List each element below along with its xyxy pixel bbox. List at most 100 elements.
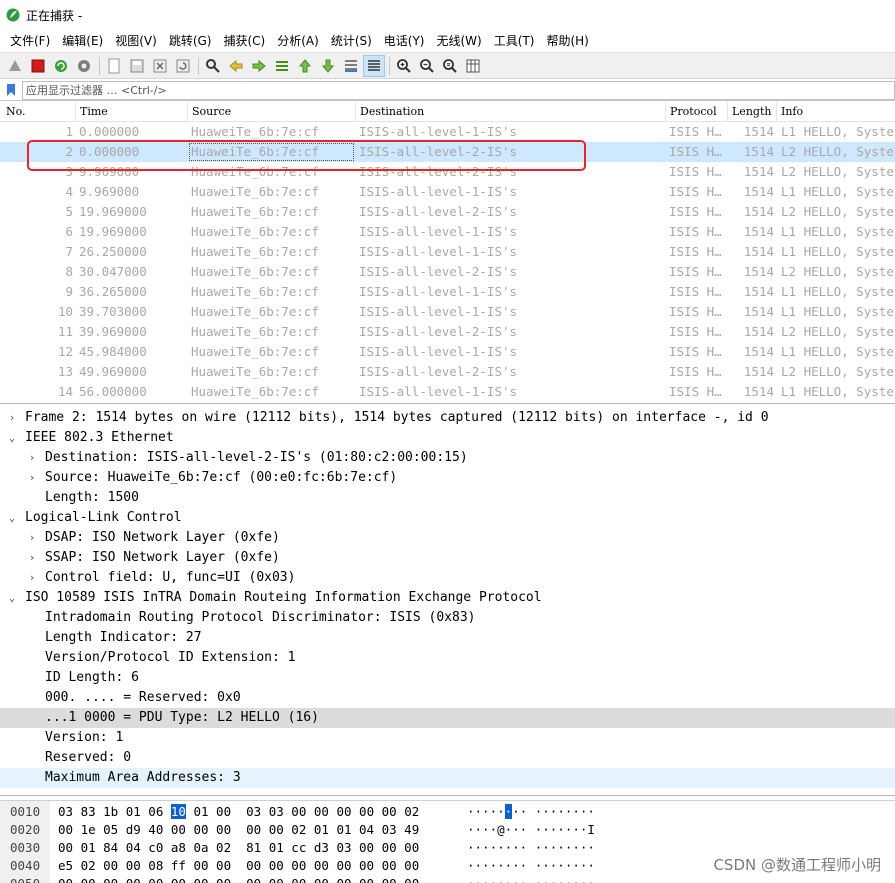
hex-ascii[interactable]: ····@··· ·······I	[467, 821, 595, 839]
chevron-right-icon[interactable]: ›	[25, 568, 39, 588]
column-header-info[interactable]: Info	[781, 105, 803, 118]
menu-item[interactable]: 跳转(G)	[163, 30, 218, 52]
restart-capture-icon[interactable]	[50, 55, 72, 77]
column-header-time[interactable]: Time	[80, 105, 108, 118]
hex-ascii[interactable]: ········ ········	[467, 803, 595, 821]
detail-tree-item[interactable]: ⌄ ISO 10589 ISIS InTRA Domain Routeing In…	[0, 588, 895, 608]
reload-icon[interactable]	[172, 55, 194, 77]
hex-ascii[interactable]: ········ ········	[467, 857, 595, 875]
zoom-out-icon[interactable]	[416, 55, 438, 77]
go-back-icon[interactable]	[225, 55, 247, 77]
packet-row[interactable]: 9 36.265000 HuaweiTe_6b:7e:cf ISIS-all-leve…	[0, 282, 895, 302]
shark-fin-start-icon[interactable]	[4, 55, 26, 77]
packet-row[interactable]: 7 26.250000 HuaweiTe_6b:7e:cf ISIS-all-leve…	[0, 242, 895, 262]
packet-destination: ISIS-all-level-1-IS's	[359, 344, 518, 359]
menu-item[interactable]: 帮助(H)	[540, 30, 594, 52]
chevron-right-icon[interactable]: ›	[25, 468, 39, 488]
packet-row[interactable]: 6 19.969000 HuaweiTe_6b:7e:cf ISIS-all-leve…	[0, 222, 895, 242]
hex-bytes[interactable]: 03 83 1b 01 06 10 01 00 03 03 00 00 00 0…	[58, 803, 419, 821]
detail-tree-item[interactable]: ⌄ IEEE 802.3 Ethernet	[0, 428, 895, 448]
packet-row[interactable]: 5 19.969000 HuaweiTe_6b:7e:cf ISIS-all-leve…	[0, 202, 895, 222]
hex-selected-byte[interactable]: 10	[170, 804, 186, 819]
detail-tree-item[interactable]: › DSAP: ISO Network Layer (0xfe)	[0, 528, 895, 548]
menu-item[interactable]: 视图(V)	[109, 30, 163, 52]
menu-item[interactable]: 工具(T)	[488, 30, 541, 52]
detail-tree-item[interactable]: › Destination: ISIS-all-level-2-IS's (01:…	[0, 448, 895, 468]
hex-bytes[interactable]: e5 02 00 00 08 ff 00 00 00 00 00 00 00 0…	[58, 857, 419, 875]
detail-tree-item[interactable]: Length Indicator: 27	[0, 628, 895, 648]
detail-tree-item[interactable]: › Control field: U, func=UI (0x03)	[0, 568, 895, 588]
chevron-right-icon[interactable]: ›	[5, 408, 19, 428]
watermark: CSDN @数通工程师小明	[713, 856, 881, 874]
menu-item[interactable]: 分析(A)	[271, 30, 325, 52]
open-file-icon[interactable]	[103, 55, 125, 77]
close-file-icon[interactable]	[149, 55, 171, 77]
menu-item[interactable]: 无线(W)	[431, 30, 488, 52]
detail-tree-item[interactable]: Reserved: 0	[0, 748, 895, 768]
hex-ascii[interactable]: ········ ········	[467, 839, 595, 857]
packet-row[interactable]: 12 45.984000 HuaweiTe_6b:7e:cf ISIS-all-lev…	[0, 342, 895, 362]
detail-tree-item[interactable]: › SSAP: ISO Network Layer (0xfe)	[0, 548, 895, 568]
chevron-right-icon[interactable]: ›	[25, 548, 39, 568]
detail-tree-item[interactable]: › Source: HuaweiTe_6b:7e:cf (00:e0:fc:6b:…	[0, 468, 895, 488]
bookmark-icon[interactable]	[4, 82, 18, 98]
column-header-protocol[interactable]: Protocol	[670, 105, 717, 118]
column-header-source[interactable]: Source	[192, 105, 231, 118]
detail-tree-item[interactable]: Version: 1	[0, 728, 895, 748]
chevron-right-icon[interactable]: ›	[25, 528, 39, 548]
hex-bytes[interactable]: 00 00 00 00 00 00 00 00 00 00 00 00 00 0…	[58, 875, 419, 883]
packet-row[interactable]: 8 30.047000 HuaweiTe_6b:7e:cf ISIS-all-leve…	[0, 262, 895, 282]
stop-capture-icon[interactable]	[27, 55, 49, 77]
packet-time: 45.984000	[79, 344, 147, 359]
packet-row[interactable]: 14 56.000000 HuaweiTe_6b:7e:cf ISIS-all-lev…	[0, 382, 895, 402]
column-header-destination[interactable]: Destination	[360, 105, 424, 118]
resize-columns-icon[interactable]	[462, 55, 484, 77]
hex-ascii[interactable]: ········ ········	[467, 875, 595, 883]
detail-tree-item[interactable]: 000. .... = Reserved: 0x0	[0, 688, 895, 708]
colorize-icon[interactable]	[363, 54, 385, 77]
last-packet-icon[interactable]	[317, 55, 339, 77]
capture-options-icon[interactable]	[73, 55, 95, 77]
detail-tree-label: Source: HuaweiTe_6b:7e:cf (00:e0:fc:6b:7…	[45, 470, 398, 485]
detail-tree-item[interactable]: ID Length: 6	[0, 668, 895, 688]
packet-length: 1514	[743, 124, 774, 139]
detail-tree-item[interactable]: Intradomain Routing Protocol Discriminat…	[0, 608, 895, 628]
zoom-in-icon[interactable]	[393, 55, 415, 77]
packet-row[interactable]: 1 0.000000 HuaweiTe_6b:7e:cf ISIS-all-level…	[0, 122, 895, 142]
first-packet-icon[interactable]	[294, 55, 316, 77]
packet-row[interactable]: 13 49.969000 HuaweiTe_6b:7e:cf ISIS-all-lev…	[0, 362, 895, 382]
packet-no: 8	[65, 264, 73, 279]
autoscroll-icon[interactable]	[340, 55, 362, 77]
normal-size-icon[interactable]	[439, 55, 461, 77]
chevron-down-icon[interactable]: ⌄	[5, 428, 19, 448]
column-header-no[interactable]: No.	[6, 105, 26, 118]
menu-item[interactable]: 文件(F)	[4, 30, 56, 52]
detail-tree-item[interactable]: Version/Protocol ID Extension: 1	[0, 648, 895, 668]
detail-tree-item[interactable]: Length: 1500	[0, 488, 895, 508]
chevron-down-icon[interactable]: ⌄	[5, 508, 19, 528]
hex-bytes[interactable]: 00 1e 05 d9 40 00 00 00 00 00 02 01 01 0…	[58, 821, 419, 839]
menu-item[interactable]: 电话(Y)	[378, 30, 431, 52]
column-header-length[interactable]: Length	[732, 105, 771, 118]
go-to-packet-icon[interactable]	[271, 55, 293, 77]
find-packet-icon[interactable]	[202, 55, 224, 77]
chevron-right-icon[interactable]: ›	[25, 448, 39, 468]
hex-row: 0020 00 1e 05 d9 40 00 00 00 00 00 02 01 …	[0, 821, 895, 839]
display-filter-input[interactable]: 应用显示过滤器 … <Ctrl-/>	[22, 80, 895, 100]
packet-row[interactable]: 4 9.969000 HuaweiTe_6b:7e:cf ISIS-all-level…	[0, 182, 895, 202]
go-forward-icon[interactable]	[248, 55, 270, 77]
packet-row[interactable]: 11 39.969000 HuaweiTe_6b:7e:cf ISIS-all-lev…	[0, 322, 895, 342]
menu-item[interactable]: 统计(S)	[325, 30, 378, 52]
chevron-down-icon[interactable]: ⌄	[5, 588, 19, 608]
detail-tree-item[interactable]: › Frame 2: 1514 bytes on wire (12112 bits…	[0, 408, 895, 428]
detail-tree-item[interactable]: Maximum Area Addresses: 3	[0, 768, 895, 788]
detail-tree-label: Length Indicator: 27	[45, 630, 202, 645]
detail-tree-item[interactable]: ⌄ Logical-Link Control	[0, 508, 895, 528]
menu-item[interactable]: 编辑(E)	[56, 30, 109, 52]
detail-tree-label: ID Length: 6	[45, 670, 139, 685]
save-file-icon[interactable]	[126, 55, 148, 77]
detail-tree-item[interactable]: ...1 0000 = PDU Type: L2 HELLO (16)	[0, 708, 895, 728]
packet-row[interactable]: 10 39.703000 HuaweiTe_6b:7e:cf ISIS-all-lev…	[0, 302, 895, 322]
menu-item[interactable]: 捕获(C)	[217, 30, 271, 52]
hex-bytes[interactable]: 00 01 84 04 c0 a8 0a 02 81 01 cc d3 03 0…	[58, 839, 419, 857]
